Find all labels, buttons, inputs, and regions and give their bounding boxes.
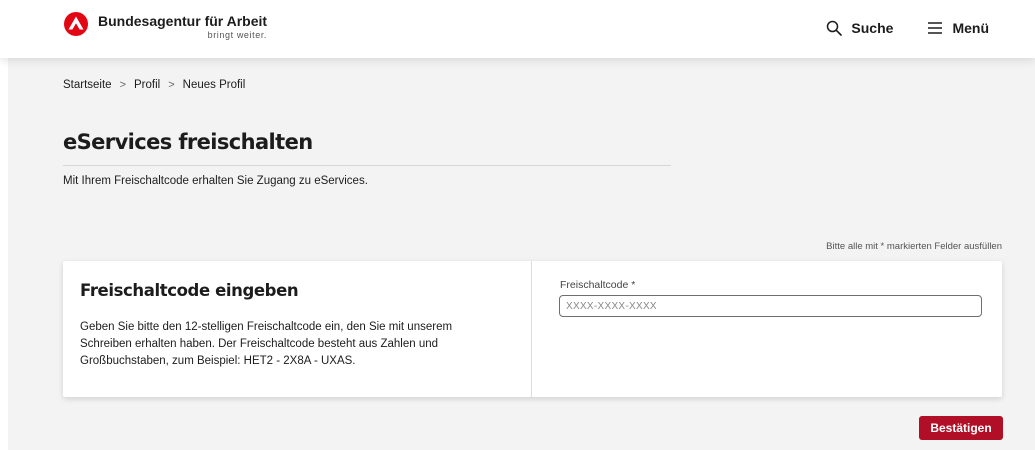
brand-title: Bundesagentur für Arbeit [98,13,268,29]
page-title: eServices freischalten [63,130,313,154]
ba-logo-icon [64,12,88,36]
search-icon [827,20,843,36]
main-content: Startseite > Profil > Neues Profil eServ… [8,58,1035,450]
page-subtitle: Mit Ihrem Freischaltcode erhalten Sie Zu… [63,175,368,187]
hamburger-menu-icon [928,22,943,34]
search-label: Suche [851,20,894,36]
breadcrumb-separator: > [168,79,175,91]
menu-label: Menü [952,20,989,36]
breadcrumb-item-neues-profil: Neues Profil [182,79,246,91]
unlock-code-card: Freischaltcode eingeben Geben Sie bitte … [63,261,1002,397]
confirm-button[interactable]: Bestätigen [919,416,1003,440]
breadcrumb-item-profil[interactable]: Profil [134,79,160,91]
breadcrumb-separator: > [119,79,127,91]
card-description: Geben Sie bitte den 12-stelligen Freisch… [80,321,453,367]
brand-logo[interactable]: Bundesagentur für Arbeit bringt weiter. [64,12,267,40]
brand-tagline: bringt weiter. [207,30,268,40]
unlock-code-input[interactable] [559,295,982,317]
breadcrumb: Startseite > Profil > Neues Profil [63,79,245,91]
search-button[interactable]: Suche [826,20,893,36]
card-title: Freischaltcode eingeben [80,281,299,300]
menu-button[interactable]: Menü [927,20,989,36]
card-info-panel: Freischaltcode eingeben Geben Sie bitte … [63,261,532,397]
required-fields-note: Bitte alle mit * markierten Felder ausfü… [826,241,1002,252]
title-divider [63,165,671,166]
site-header: Bundesagentur für Arbeit bringt weiter. … [0,0,1035,58]
unlock-code-label: Freischaltcode * [560,279,636,291]
breadcrumb-item-startseite[interactable]: Startseite [63,79,112,91]
